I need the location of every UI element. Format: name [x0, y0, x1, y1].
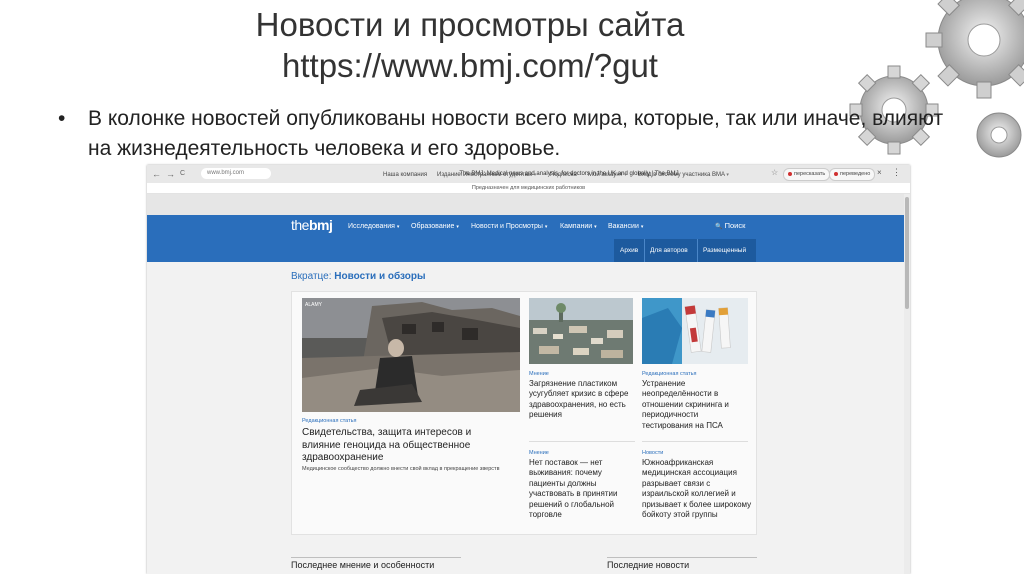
bmj-logo[interactable]: thebmj	[291, 217, 333, 233]
story-divider	[642, 441, 748, 442]
slide-title-line1: Новости и просмотры сайта	[255, 6, 685, 43]
forward-icon[interactable]: →	[166, 168, 175, 180]
nav-campaigns[interactable]: Кампании ▾	[560, 222, 597, 232]
chevron-down-icon: ▾	[624, 172, 627, 178]
latest-opinion-heading[interactable]: Последнее мнение и особенности	[291, 559, 434, 571]
logo-bmj: bmj	[308, 217, 333, 233]
back-icon[interactable]: ←	[152, 168, 161, 180]
section-rule	[607, 557, 757, 558]
chevron-down-icon: ▾	[726, 172, 729, 178]
story-4-kicker[interactable]: Новости	[642, 449, 663, 457]
utility-link-login-label: Вход в систему участника BMA	[638, 172, 725, 178]
browser-screenshot: ← → C www.bmj.com The BMJ: Medical news …	[147, 165, 910, 574]
nav-education[interactable]: Образование ▾	[411, 222, 459, 232]
search-icon: 🔍	[715, 224, 723, 230]
utility-link-account-label: Мой аккаунт	[588, 172, 623, 178]
section-heading: Вкратце: Новости и обзоры	[291, 270, 426, 283]
story-4-headline[interactable]: Южноафриканская медицинская ассоциация р…	[642, 458, 752, 520]
subnav-authors[interactable]: Для авторов	[650, 246, 688, 256]
chevron-down-icon: ▾	[544, 224, 548, 230]
nav-campaigns-label: Кампании	[560, 223, 593, 230]
utility-link-login[interactable]: Вход в систему участника BMA ▾	[638, 171, 729, 180]
story-2-headline[interactable]: Устранение неопределённости в отношении …	[642, 379, 748, 431]
bullet-text: В колонке новостей опубликованы новости …	[88, 107, 944, 160]
chevron-down-icon: ▾	[640, 224, 644, 230]
search-label: Поиск	[724, 221, 746, 230]
story-image-plastic[interactable]	[529, 298, 633, 364]
translated-label: переведено	[840, 171, 871, 177]
main-story-headline[interactable]: Свидетельства, защита интересов и влияни…	[302, 427, 512, 465]
nav-jobs[interactable]: Вакансии ▾	[608, 222, 643, 232]
main-story-image[interactable]: ALAMY	[302, 298, 520, 412]
translated-button[interactable]: переведено	[829, 168, 876, 181]
close-icon[interactable]: ×	[877, 168, 882, 177]
story-1-headline[interactable]: Загрязнение пластиком усугубляет кризис …	[529, 379, 635, 421]
browser-menu-icon[interactable]: ⋮	[892, 167, 901, 178]
utility-bar	[147, 194, 904, 215]
translated-dot-icon	[834, 171, 838, 176]
professional-notice: Предназначен для медицинских работников	[147, 183, 910, 194]
bullet-icon: •	[58, 107, 66, 130]
nav-jobs-label: Вакансии	[608, 223, 639, 230]
slide-title-line2: https://www.bmj.com/?gut	[282, 47, 658, 84]
utility-link-subscribe[interactable]: Подписка	[550, 171, 577, 180]
subnav-hosted[interactable]: Размещенный	[703, 246, 746, 256]
story-2-kicker[interactable]: Редакционная статья	[642, 370, 696, 378]
nav-news-views-label: Новости и Просмотры	[471, 223, 543, 230]
chevron-down-icon: ▾	[456, 224, 459, 230]
nav-research[interactable]: Исследования ▾	[348, 222, 399, 232]
latest-news-heading[interactable]: Последние новости	[607, 559, 689, 571]
address-bar[interactable]: www.bmj.com	[201, 168, 271, 179]
story-divider	[529, 441, 635, 442]
subnav-divider	[697, 239, 698, 262]
story-1-kicker[interactable]: Мнение	[529, 370, 549, 378]
utility-label-edition: Издание:	[437, 172, 463, 178]
subnav-divider	[644, 239, 645, 262]
nav-news-views[interactable]: Новости и Просмотры ▾	[471, 222, 547, 232]
translate-button[interactable]: пересказать	[783, 168, 831, 181]
nav-research-label: Исследования	[348, 223, 395, 230]
scrollbar-thumb[interactable]	[905, 197, 909, 309]
translate-label: пересказать	[794, 171, 826, 177]
chevron-down-icon: ▾	[533, 172, 537, 178]
utility-link-account[interactable]: Мой аккаунт ▾	[588, 171, 627, 180]
story-3-kicker[interactable]: Мнение	[529, 449, 549, 457]
brief-prefix: Вкратце:	[291, 271, 332, 282]
photo-credit: ALAMY	[305, 302, 323, 308]
story-3-headline[interactable]: Нет поставок — нет выживания: почему пац…	[529, 458, 635, 520]
bookmark-star-icon[interactable]: ☆	[771, 168, 778, 177]
main-story-standfirst: Медицинское сообщество должно внести сво…	[302, 466, 500, 472]
logo-the: the	[291, 217, 309, 233]
utility-link-students-label: Иностранным студентам	[463, 172, 533, 178]
reload-icon[interactable]: C	[180, 168, 185, 180]
chevron-down-icon: ▾	[594, 224, 597, 230]
main-story-kicker[interactable]: Редакционная статья	[302, 417, 356, 425]
section-rule	[291, 557, 461, 558]
translate-dot-icon	[788, 171, 792, 176]
slide-title: Новости и просмотры сайта https://www.bm…	[150, 4, 790, 86]
chevron-down-icon: ▾	[396, 224, 400, 230]
utility-link-students[interactable]: Иностранным студентам ▾	[463, 171, 536, 180]
search-button[interactable]: 🔍 Поиск	[715, 221, 745, 230]
subnav-archive[interactable]: Архив	[620, 246, 638, 256]
story-image-psa[interactable]	[642, 298, 748, 364]
utility-link-company[interactable]: Наша компания	[383, 171, 427, 180]
nav-education-label: Образование	[411, 223, 455, 230]
brief-title[interactable]: Новости и обзоры	[334, 271, 425, 282]
